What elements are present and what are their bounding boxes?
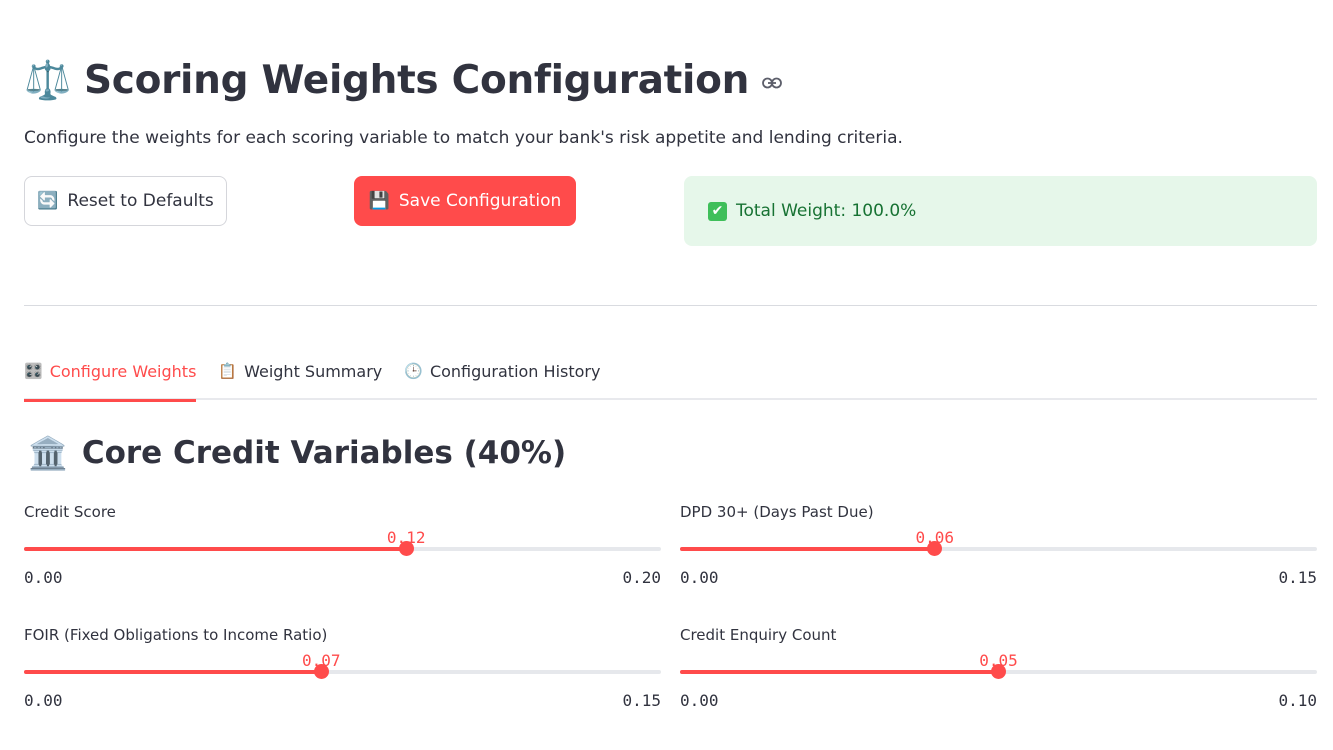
total-weight-text: Total Weight: 100.0% [736,201,917,221]
tab-configure-weights[interactable]: 🎛️ Configure Weights [24,354,197,402]
bank-icon: 🏛️ [28,434,68,472]
tab-weight-summary[interactable]: 📋 Weight Summary [218,354,382,400]
floppy-disk-icon: 💾 [368,191,390,211]
scales-icon: ⚖️ [24,57,72,102]
clock-icon: 🕒 [404,362,423,380]
slider-max: 0.15 [1278,568,1317,587]
slider-min: 0.00 [680,691,719,710]
slider-fill [680,670,999,674]
page-header: ⚖️ Scoring Weights Configuration [24,52,783,108]
slider-thumb[interactable] [313,664,329,679]
slider-min: 0.00 [24,691,63,710]
check-mark-icon: ✔ [708,201,727,221]
divider [24,305,1317,306]
link-icon[interactable] [761,72,783,94]
slider-max: 0.10 [1278,691,1317,710]
slider-track[interactable] [24,664,661,679]
slider-label: Credit Enquiry Count [680,626,837,644]
total-weight-alert: ✔ Total Weight: 100.0% [684,176,1317,246]
slider-thumb[interactable] [398,541,414,556]
slider-max: 0.20 [622,568,661,587]
slider-dpd-30: DPD 30+ (Days Past Due) 0.06 0.00 0.15 [680,503,1317,613]
section-title: Core Credit Variables (40%) [81,435,567,471]
reset-to-defaults-button[interactable]: 🔄 Reset to Defaults [24,176,227,226]
slider-label: FOIR (Fixed Obligations to Income Ratio) [24,626,328,644]
tab-label: Weight Summary [244,362,383,381]
slider-fill [24,670,322,674]
clipboard-icon: 📋 [218,362,238,380]
control-knobs-icon: 🎛️ [24,362,43,380]
slider-label: Credit Score [24,503,116,521]
tab-bar: 🎛️ Configure Weights 📋 Weight Summary 🕒 … [24,354,1317,402]
tab-label: Configure Weights [49,362,197,381]
slider-fill [24,547,407,551]
slider-track[interactable] [680,664,1317,679]
slider-max: 0.15 [622,691,661,710]
slider-label: DPD 30+ (Days Past Due) [680,503,874,521]
tab-configuration-history[interactable]: 🕒 Configuration History [404,354,600,400]
slider-track[interactable] [24,541,661,556]
refresh-icon: 🔄 [37,191,59,211]
slider-credit-score: Credit Score 0.12 0.00 0.20 [24,503,661,613]
slider-fill [680,547,935,551]
slider-thumb[interactable] [991,664,1006,679]
save-button-label: Save Configuration [398,191,562,211]
page-title: Scoring Weights Configuration [84,57,750,103]
slider-min: 0.00 [24,568,63,587]
slider-credit-enquiry-count: Credit Enquiry Count 0.05 0.00 0.10 [680,626,1317,736]
slider-min: 0.00 [680,568,719,587]
save-configuration-button[interactable]: 💾 Save Configuration [354,176,576,226]
section-heading: 🏛️ Core Credit Variables (40%) [28,434,566,472]
reset-button-label: Reset to Defaults [67,191,214,211]
slider-thumb[interactable] [927,541,943,556]
slider-track[interactable] [680,541,1317,556]
page-subtitle: Configure the weights for each scoring v… [24,128,903,148]
slider-foir: FOIR (Fixed Obligations to Income Ratio)… [24,626,661,736]
tab-label: Configuration History [429,362,601,381]
